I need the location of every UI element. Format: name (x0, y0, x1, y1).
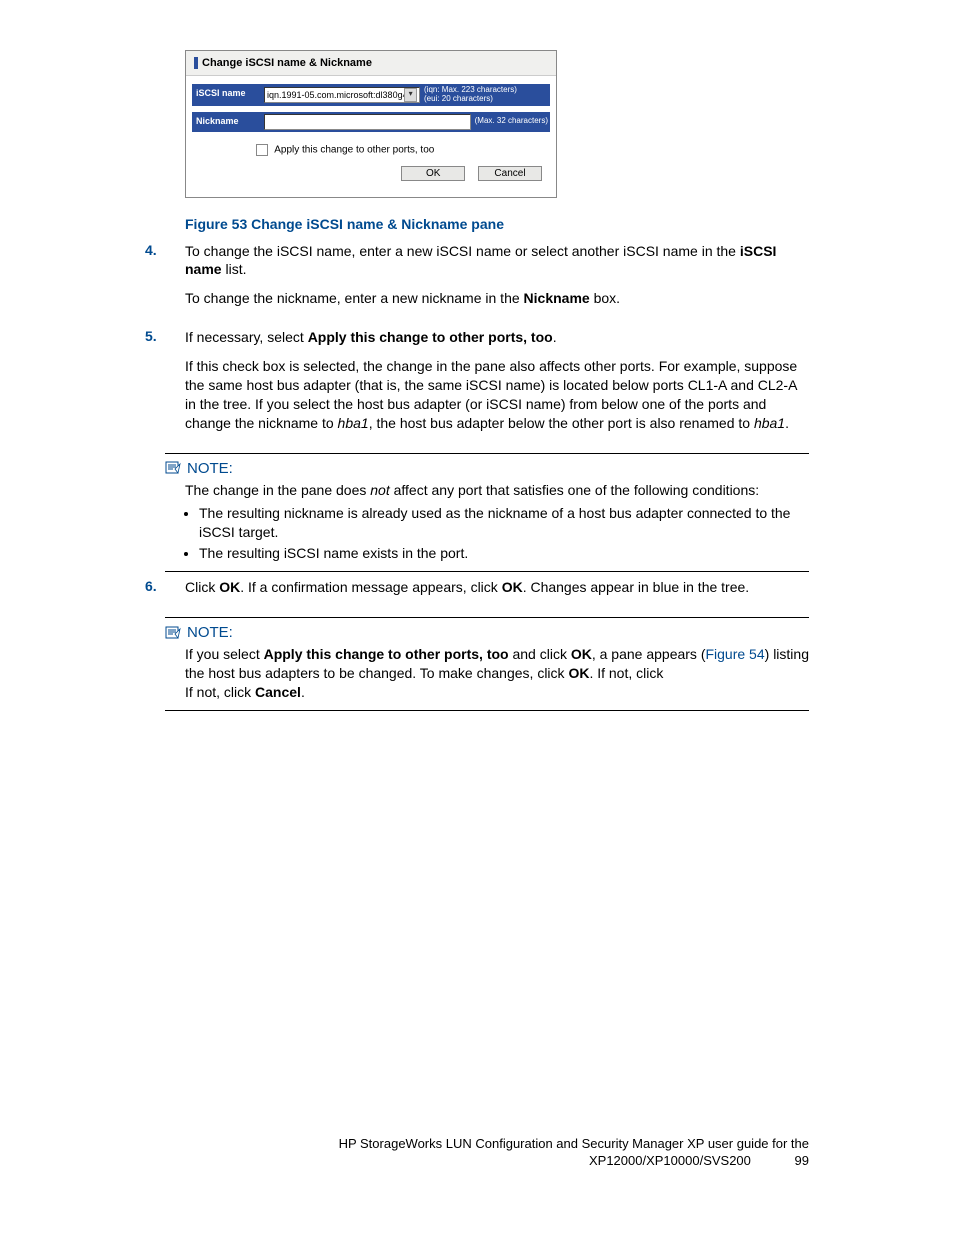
iscsi-name-label: iSCSI name (192, 84, 262, 106)
divider (165, 710, 809, 711)
figure-caption: Figure 53 Change iSCSI name & Nickname p… (185, 216, 809, 232)
step-5-body: If necessary, select Apply this change t… (185, 328, 809, 442)
iscsi-name-value: iqn.1991-05.com.microsoft:dl380g4-s8 (267, 90, 404, 100)
step-6-body: Click OK. If a confirmation message appe… (185, 578, 809, 607)
note-icon (165, 626, 181, 640)
nickname-label: Nickname (192, 112, 262, 132)
note-label: NOTE: (187, 624, 233, 641)
chevron-down-icon[interactable]: ▾ (404, 88, 417, 102)
figure-54-link[interactable]: Figure 54 (705, 646, 764, 662)
note-1-body: The change in the pane does not affect a… (185, 481, 809, 564)
apply-other-ports-checkbox[interactable] (256, 144, 268, 156)
step-number: 6. (145, 578, 185, 607)
cancel-button[interactable]: Cancel (478, 166, 542, 181)
dialog-title: Change iSCSI name & Nickname (186, 51, 556, 75)
footer-line2: XP12000/XP10000/SVS200 (589, 1153, 751, 1168)
note-2-body: If you select Apply this change to other… (185, 645, 809, 702)
page-footer: HP StorageWorks LUN Configuration and Se… (145, 1136, 809, 1170)
step-number: 4. (145, 242, 185, 319)
note-label: NOTE: (187, 460, 233, 477)
iscsi-name-select[interactable]: iqn.1991-05.com.microsoft:dl380g4-s8 ▾ (264, 87, 420, 103)
dialog-title-text: Change iSCSI name & Nickname (202, 57, 372, 69)
page-number: 99 (795, 1153, 809, 1170)
iscsi-hint: (iqn: Max. 223 characters)(eui: 20 chara… (420, 86, 517, 104)
title-accent-bar (194, 57, 198, 69)
nickname-hint: (Max. 32 characters) (471, 117, 548, 126)
list-item: The resulting iSCSI name exists in the p… (199, 544, 809, 563)
note-heading: NOTE: (165, 460, 809, 477)
step-number: 5. (145, 328, 185, 442)
change-iscsi-dialog: Change iSCSI name & Nickname iSCSI name … (185, 50, 557, 198)
nickname-input[interactable] (264, 114, 471, 130)
note-heading: NOTE: (165, 624, 809, 641)
divider (165, 453, 809, 454)
divider (165, 617, 809, 618)
step-4-body: To change the iSCSI name, enter a new iS… (185, 242, 809, 319)
ok-button[interactable]: OK (401, 166, 465, 181)
divider (165, 571, 809, 572)
footer-line1: HP StorageWorks LUN Configuration and Se… (339, 1136, 809, 1151)
note-icon (165, 461, 181, 475)
apply-other-ports-label: Apply this change to other ports, too (274, 144, 434, 155)
list-item: The resulting nickname is already used a… (199, 504, 809, 542)
